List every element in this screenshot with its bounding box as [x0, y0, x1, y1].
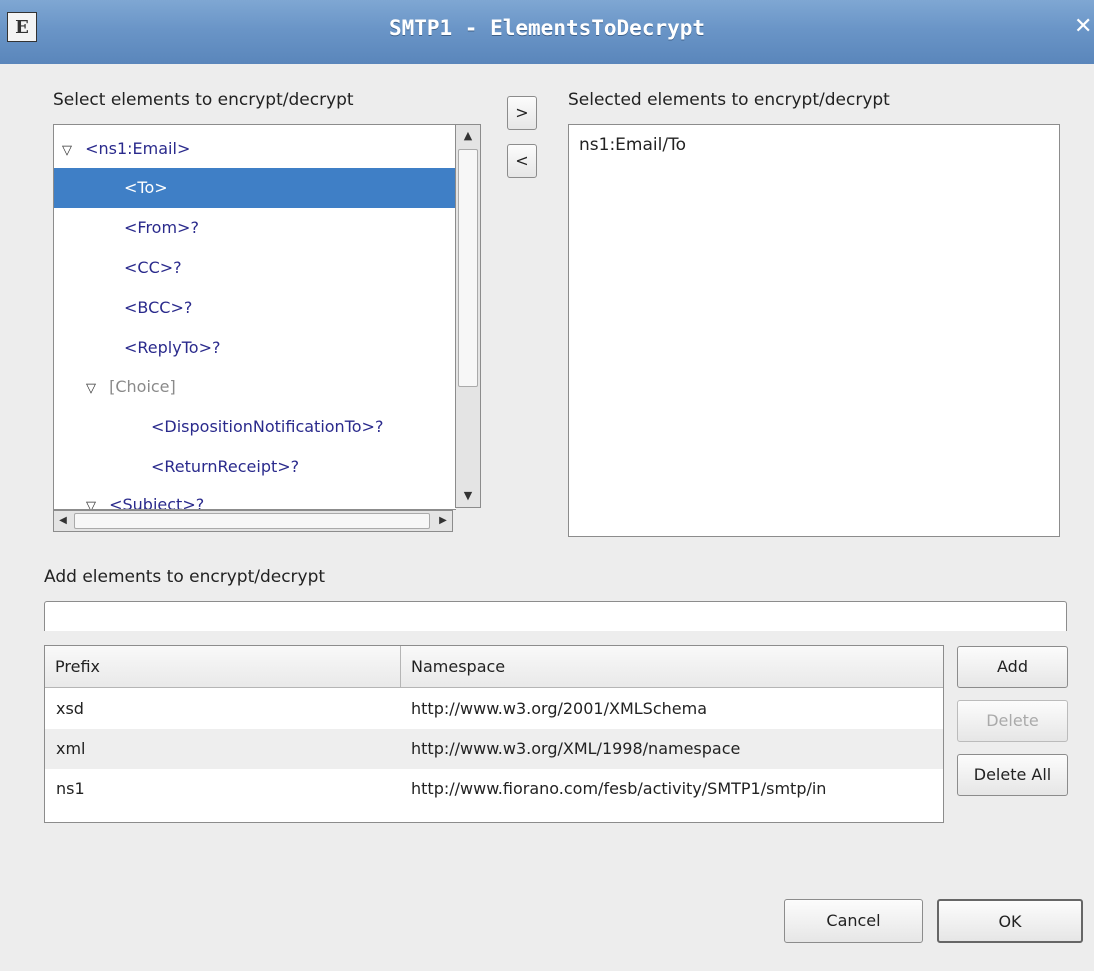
scroll-left-arrow-icon[interactable]: ◀ — [54, 511, 72, 531]
scrollbar-thumb[interactable] — [458, 149, 478, 387]
tree-node-bcc[interactable]: <BCC>? — [54, 288, 456, 328]
tree-node-label: <BCC>? — [124, 298, 193, 317]
scroll-up-arrow-icon[interactable]: ▲ — [458, 126, 478, 146]
table-row[interactable]: xsd http://www.w3.org/2001/XMLSchema — [45, 689, 943, 729]
column-header-prefix[interactable]: Prefix — [45, 646, 400, 687]
tree-node-from[interactable]: <From>? — [54, 208, 456, 248]
move-left-button[interactable]: < — [507, 144, 537, 178]
tree-node-label: [Choice] — [109, 377, 176, 396]
tree-node-cc[interactable]: <CC>? — [54, 248, 456, 288]
delete-button[interactable]: Delete — [957, 700, 1068, 742]
tree-node-label: <ns1:Email> — [85, 139, 191, 158]
add-elements-input[interactable] — [44, 601, 1067, 631]
expand-triangle-icon[interactable]: ▽ — [86, 487, 104, 509]
expand-triangle-icon[interactable]: ▽ — [86, 369, 104, 409]
cell-namespace: http://www.w3.org/XML/1998/namespace — [411, 739, 741, 758]
namespace-table[interactable]: Prefix Namespace xsd http://www.w3.org/2… — [44, 645, 944, 823]
add-button[interactable]: Add — [957, 646, 1068, 688]
tree-node-email[interactable]: ▽ <ns1:Email> — [54, 129, 456, 169]
tree-node-to[interactable]: <To> — [54, 168, 456, 208]
cell-namespace: http://www.fiorano.com/fesb/activity/SMT… — [411, 779, 827, 798]
tree-node-label: <DispositionNotificationTo>? — [151, 417, 384, 436]
tree-node-label: <Subject>? — [109, 495, 205, 510]
selected-elements-list[interactable]: ns1:Email/To — [568, 124, 1060, 537]
window-title: SMTP1 - ElementsToDecrypt — [388, 16, 706, 40]
add-elements-label: Add elements to encrypt/decrypt — [44, 567, 326, 587]
cell-prefix: xml — [56, 739, 86, 758]
tree-node-label: <ReplyTo>? — [124, 338, 221, 357]
tree-vertical-scrollbar[interactable]: ▲ ▼ — [455, 124, 481, 508]
tree-node-label: <To> — [124, 178, 168, 197]
ok-button[interactable]: OK — [937, 899, 1083, 943]
title-bar: E SMTP1 - ElementsToDecrypt ✕ — [0, 0, 1094, 64]
list-item[interactable]: ns1:Email/To — [579, 135, 686, 155]
tree-node-label: <From>? — [124, 218, 199, 237]
select-elements-label: Select elements to encrypt/decrypt — [53, 90, 354, 110]
move-right-button[interactable]: > — [507, 96, 537, 130]
table-row[interactable]: xml http://www.w3.org/XML/1998/namespace — [45, 729, 943, 769]
scroll-down-arrow-icon[interactable]: ▼ — [458, 486, 478, 506]
tree-node-label: <CC>? — [124, 258, 182, 277]
schema-tree[interactable]: ▽ <ns1:Email> <To> <From>? <CC>? <BCC>? … — [53, 124, 456, 510]
tree-node-returnreceipt[interactable]: <ReturnReceipt>? — [54, 447, 456, 487]
cell-prefix: xsd — [56, 699, 84, 718]
selected-elements-label: Selected elements to encrypt/decrypt — [568, 90, 890, 110]
cell-prefix: ns1 — [56, 779, 85, 798]
table-row[interactable]: ns1 http://www.fiorano.com/fesb/activity… — [45, 769, 943, 809]
expand-triangle-icon[interactable]: ▽ — [62, 131, 80, 171]
cell-namespace: http://www.w3.org/2001/XMLSchema — [411, 699, 707, 718]
tree-node-choice[interactable]: ▽ [Choice] — [54, 367, 456, 407]
table-header: Prefix Namespace — [45, 646, 943, 688]
tree-node-label: <ReturnReceipt>? — [151, 457, 300, 476]
cancel-button[interactable]: Cancel — [784, 899, 923, 943]
scrollbar-thumb[interactable] — [74, 513, 430, 529]
delete-all-button[interactable]: Delete All — [957, 754, 1068, 796]
tree-horizontal-scrollbar[interactable]: ◀ ▶ — [53, 510, 453, 532]
scroll-right-arrow-icon[interactable]: ▶ — [434, 511, 452, 531]
column-header-namespace[interactable]: Namespace — [400, 646, 943, 687]
close-icon[interactable]: ✕ — [1074, 12, 1094, 42]
tree-node-replyto[interactable]: <ReplyTo>? — [54, 328, 456, 368]
tree-node-dispositionnotificationto[interactable]: <DispositionNotificationTo>? — [54, 407, 456, 447]
tree-node-subject[interactable]: ▽ <Subject>? — [54, 485, 456, 510]
